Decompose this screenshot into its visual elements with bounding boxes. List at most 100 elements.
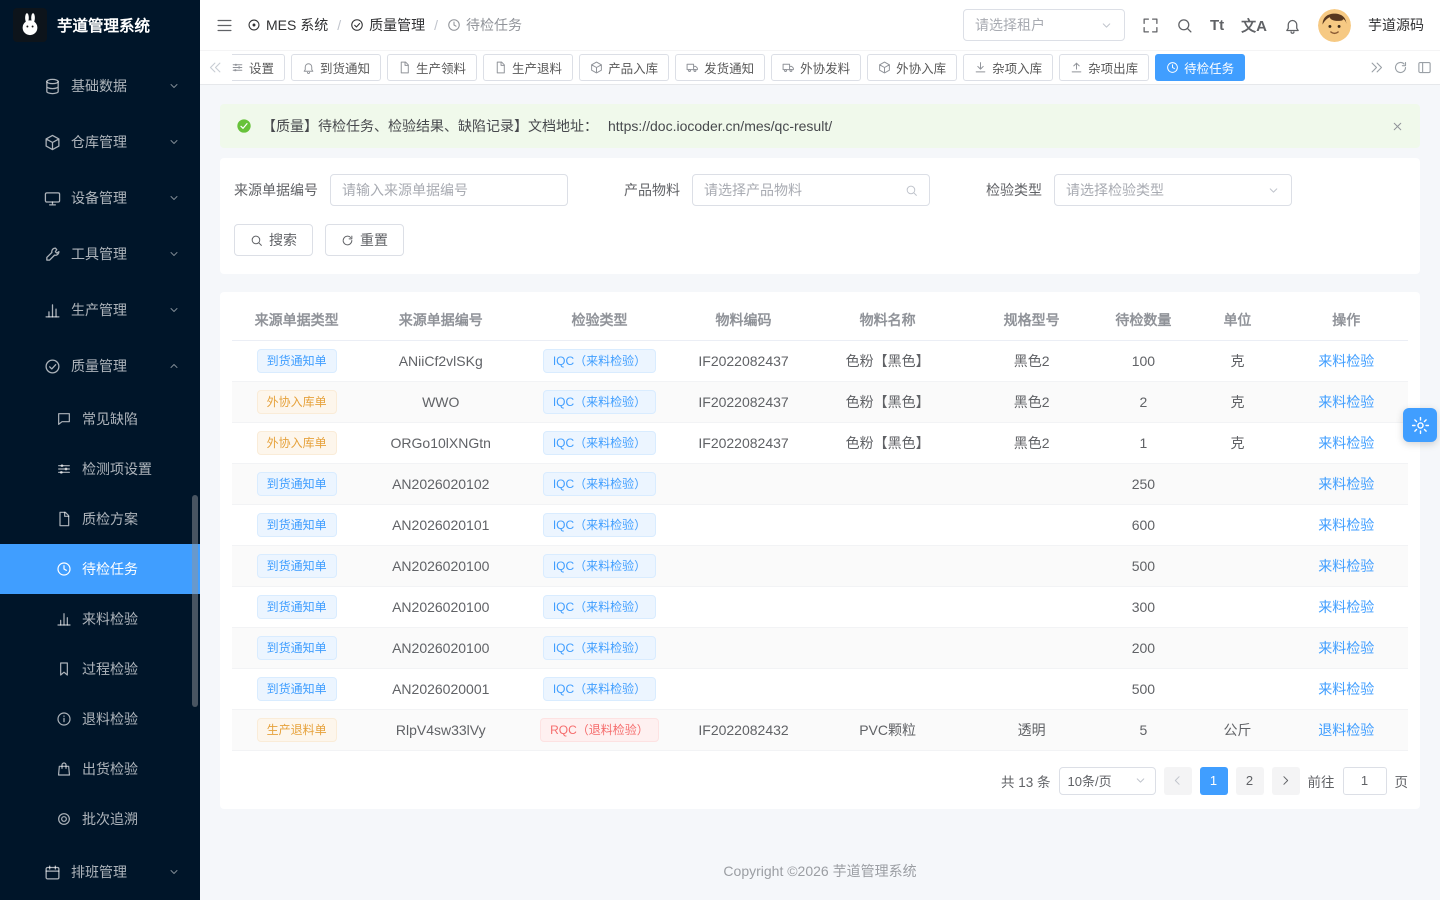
page-size-select[interactable]: 10条/页 [1059, 767, 1156, 795]
column-header: 待检数量 [1096, 300, 1190, 340]
sidebar-item[interactable]: 工具管理 [0, 226, 200, 282]
tab-item[interactable]: 产品入库 [579, 54, 669, 81]
tab-label: 生产领料 [416, 58, 466, 77]
action-link[interactable]: 来料检验 [1318, 435, 1374, 451]
navbar-actions: 请选择租户 Tt 文A 芋道源码 [963, 9, 1424, 42]
user-name[interactable]: 芋道源码 [1368, 15, 1424, 35]
source-no-input[interactable] [330, 174, 568, 206]
table-row: 外协入库单WWOIQC（来料检验）IF2022082437色粉【黑色】黑色22克… [232, 381, 1408, 422]
sidebar-subitem[interactable]: 常见缺陷 [0, 394, 200, 444]
sidebar-subitem[interactable]: 检测项设置 [0, 444, 200, 494]
action-link[interactable]: 来料检验 [1318, 476, 1374, 492]
page-button[interactable]: 1 [1200, 767, 1228, 795]
product-material-select[interactable]: 请选择产品物料 [692, 174, 930, 206]
breadcrumb-item[interactable]: 质量管理 [350, 15, 425, 35]
tab-item[interactable]: 杂项入库 [963, 54, 1053, 81]
tab-item[interactable]: 杂项出库 [1059, 54, 1149, 81]
filter-label: 检验类型 [986, 180, 1042, 200]
tab-item[interactable]: 外协入库 [867, 54, 957, 81]
tab-label: 产品入库 [608, 58, 658, 77]
logo-rabbit-icon [13, 8, 47, 42]
action-link[interactable]: 来料检验 [1318, 599, 1374, 615]
material-code-cell: IF2022082432 [679, 709, 808, 750]
qty-cell: 600 [1096, 504, 1190, 545]
collapse-sidebar-button[interactable] [216, 17, 233, 34]
tab-label: 生产退料 [512, 58, 562, 77]
sidebar-subitem[interactable]: 退料检验 [0, 694, 200, 744]
tabs-scroll-left-button[interactable] [208, 60, 223, 75]
next-page-button[interactable] [1272, 767, 1300, 795]
page-button[interactable]: 2 [1236, 767, 1264, 795]
sidebar-subitem[interactable]: 过程检验 [0, 644, 200, 694]
gear-icon [1411, 416, 1430, 435]
fullscreen-button[interactable] [1142, 17, 1159, 34]
app-logo[interactable]: 芋道管理系统 [0, 0, 200, 50]
alert-close-button[interactable] [1391, 120, 1404, 133]
search-button-label: 搜索 [269, 230, 297, 250]
layout-icon [1417, 60, 1432, 75]
tab-item[interactable]: 生产退料 [483, 54, 573, 81]
sidebar-subitem[interactable]: 来料检验 [0, 594, 200, 644]
double-chevron-right-icon [1369, 60, 1384, 75]
qty-cell: 250 [1096, 463, 1190, 504]
tab-item[interactable]: 生产领料 [387, 54, 477, 81]
reset-button[interactable]: 重置 [325, 224, 404, 256]
chevron-right-icon [1279, 774, 1292, 787]
notification-button[interactable] [1284, 17, 1301, 34]
locale-button[interactable]: 文A [1241, 15, 1267, 36]
unit-cell [1190, 586, 1284, 627]
sidebar-scrollbar[interactable] [192, 495, 198, 707]
search-menu-button[interactable] [1176, 17, 1193, 34]
alert-doc-link[interactable]: https://doc.iocoder.cn/mes/qc-result/ [608, 118, 832, 134]
action-link[interactable]: 来料检验 [1318, 558, 1374, 574]
tabs-layout-button[interactable] [1417, 60, 1432, 75]
source-type-tag: 到货通知单 [257, 554, 337, 578]
inspect-type-select[interactable]: 请选择检验类型 [1054, 174, 1292, 206]
sidebar-item[interactable]: 设备管理 [0, 170, 200, 226]
sidebar-subitem[interactable]: 待检任务 [0, 544, 200, 594]
search-button[interactable]: 搜索 [234, 224, 313, 256]
tabs-scroll-right-button[interactable] [1369, 60, 1384, 75]
sidebar-subitem[interactable]: 质检方案 [0, 494, 200, 544]
sidebar-item[interactable]: 仓库管理 [0, 114, 200, 170]
sidebar-item[interactable]: 排班管理 [0, 844, 200, 900]
action-link[interactable]: 来料检验 [1318, 681, 1374, 697]
tab-item[interactable]: 设置 [232, 54, 285, 81]
qty-cell: 5 [1096, 709, 1190, 750]
sidebar-item[interactable]: 生产管理 [0, 282, 200, 338]
material-code-cell: IF2022082437 [679, 422, 808, 463]
truck-icon [686, 61, 699, 74]
font-size-button[interactable]: Tt [1210, 17, 1224, 34]
double-chevron-left-icon [208, 60, 223, 75]
tab-item[interactable]: 外协发料 [771, 54, 861, 81]
sidebar-item-label: 排班管理 [71, 862, 158, 882]
action-link[interactable]: 来料检验 [1318, 640, 1374, 656]
tab-item[interactable]: 发货通知 [675, 54, 765, 81]
sidebar-item[interactable]: 质量管理 [0, 338, 200, 394]
action-link[interactable]: 来料检验 [1318, 353, 1374, 369]
breadcrumb-item[interactable]: 待检任务 [447, 15, 522, 35]
tab-item[interactable]: 待检任务 [1155, 54, 1245, 81]
inspect-type-placeholder: 请选择检验类型 [1066, 180, 1259, 200]
action-link[interactable]: 来料检验 [1318, 394, 1374, 410]
tab-item[interactable]: 到货通知 [291, 54, 381, 81]
breadcrumb-item[interactable]: MES 系统 [247, 15, 328, 35]
tenant-select[interactable]: 请选择租户 [963, 9, 1125, 41]
user-avatar[interactable] [1318, 9, 1351, 42]
tabs-refresh-button[interactable] [1393, 60, 1408, 75]
unit-cell: 公斤 [1190, 709, 1284, 750]
main-area: MES 系统/质量管理/待检任务 请选择租户 Tt 文A [200, 0, 1440, 900]
sidebar-subitem[interactable]: 批次追溯 [0, 794, 200, 844]
sidebar-subitem-label: 过程检验 [82, 659, 180, 679]
action-link[interactable]: 退料检验 [1318, 722, 1374, 738]
qty-cell: 500 [1096, 668, 1190, 709]
prev-page-button[interactable] [1164, 767, 1192, 795]
sidebar-subitem-label: 来料检验 [82, 609, 180, 629]
action-link[interactable]: 来料检验 [1318, 517, 1374, 533]
theme-settings-button[interactable] [1403, 408, 1437, 442]
clock-icon [56, 561, 72, 577]
goto-page-input[interactable] [1343, 767, 1387, 795]
sidebar-item[interactable]: 基础数据 [0, 58, 200, 114]
sidebar-subitem[interactable]: 出货检验 [0, 744, 200, 794]
column-header: 操作 [1284, 300, 1408, 340]
